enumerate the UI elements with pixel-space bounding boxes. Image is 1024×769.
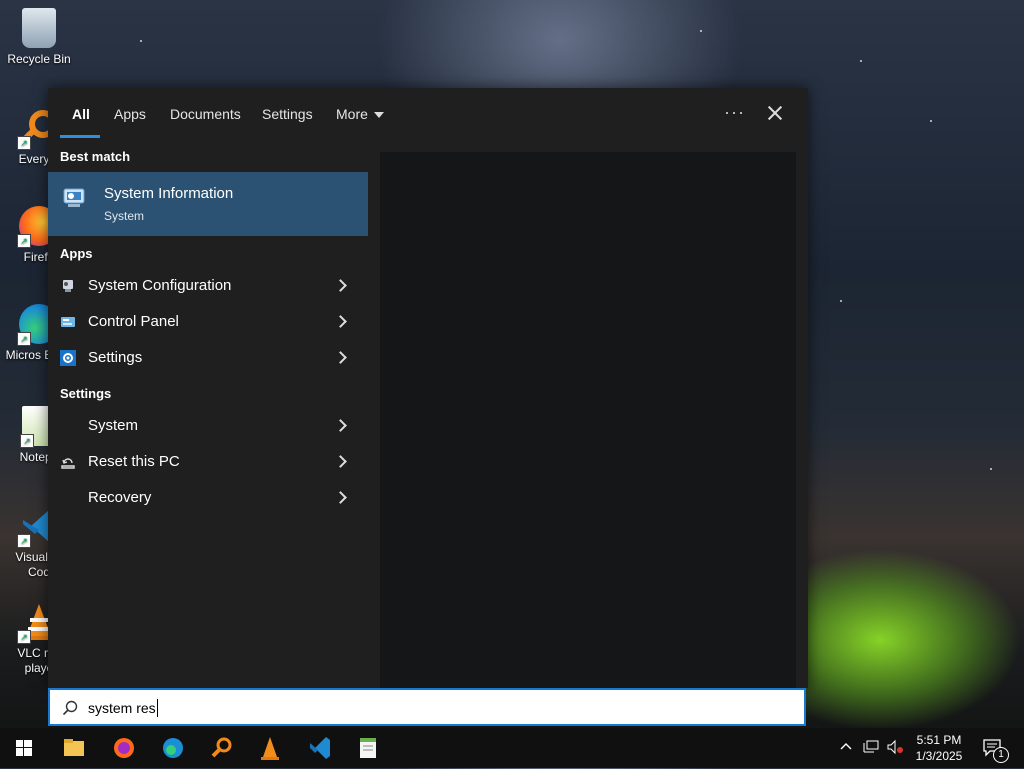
result-reset-this-pc[interactable]: Reset this PC — [48, 444, 368, 480]
gear-icon — [60, 350, 76, 366]
chevron-right-icon[interactable] — [334, 315, 347, 328]
result-label: Recovery — [88, 489, 152, 506]
shortcut-arrow-icon: ↗ — [17, 332, 31, 346]
star — [860, 60, 862, 62]
notification-count-badge: 1 — [993, 747, 1009, 763]
star — [840, 300, 842, 302]
notepad-icon[interactable] — [348, 732, 388, 764]
star — [930, 120, 932, 122]
file-explorer-icon[interactable] — [54, 732, 94, 764]
star — [990, 468, 992, 470]
chevron-right-icon[interactable] — [334, 491, 347, 504]
star — [140, 40, 142, 42]
star — [700, 30, 702, 32]
result-recovery[interactable]: Recovery — [48, 480, 368, 516]
control-panel-icon — [60, 314, 76, 330]
active-tab-indicator — [60, 135, 100, 138]
shortcut-arrow-icon: ↗ — [17, 534, 31, 548]
tab-documents[interactable]: Documents — [170, 106, 241, 122]
chevron-right-icon[interactable] — [334, 351, 347, 364]
edge-icon[interactable] — [153, 732, 193, 764]
result-settings[interactable]: Settings — [48, 340, 368, 376]
result-label: Control Panel — [88, 313, 179, 330]
tab-all[interactable]: All — [72, 106, 90, 122]
ellipsis-icon[interactable]: ··· — [724, 102, 745, 123]
result-label: System — [88, 417, 139, 434]
vlc-icon[interactable] — [250, 732, 290, 764]
chevron-right-icon[interactable] — [334, 455, 347, 468]
search-icon — [62, 700, 78, 716]
chevron-right-icon[interactable] — [334, 279, 347, 292]
system-configuration-icon — [60, 278, 76, 294]
network-icon[interactable] — [862, 739, 880, 758]
search-results: Best match System Information System App… — [48, 140, 368, 688]
tab-more[interactable]: More — [336, 106, 384, 122]
start-button[interactable] — [4, 732, 44, 764]
reset-pc-icon — [60, 454, 76, 470]
tab-settings[interactable]: Settings — [262, 106, 313, 122]
chevron-down-icon — [373, 112, 384, 119]
preview-pane — [380, 152, 796, 688]
chevron-right-icon[interactable] — [334, 419, 347, 432]
clock-date: 1/3/2025 — [915, 749, 963, 763]
shortcut-arrow-icon: ↗ — [17, 234, 31, 248]
tab-apps[interactable]: Apps — [114, 106, 146, 122]
close-icon[interactable] — [764, 102, 786, 124]
vscode-icon[interactable] — [300, 732, 340, 764]
result-label: Reset this PC — [88, 453, 180, 470]
best-match-subtitle: System — [104, 209, 145, 223]
search-tabs: All Apps Documents Settings More ··· — [48, 88, 808, 140]
search-box[interactable] — [48, 688, 806, 726]
taskbar: 5:51 PM 1/3/2025 1 — [0, 728, 1024, 768]
text-caret — [157, 699, 158, 717]
shortcut-arrow-icon: ↗ — [17, 136, 31, 150]
result-label: System Configuration — [88, 277, 232, 294]
shortcut-arrow-icon: ↗ — [20, 434, 34, 448]
result-control-panel[interactable]: Control Panel — [48, 304, 368, 340]
search-panel: All Apps Documents Settings More ··· Bes… — [48, 88, 808, 688]
best-match-title: System Information — [104, 185, 234, 202]
apps-heading: Apps — [60, 246, 93, 261]
result-system-configuration[interactable]: System Configuration — [48, 268, 368, 304]
firefox-icon[interactable] — [104, 732, 144, 764]
search-input[interactable] — [88, 698, 688, 718]
clock-time: 5:51 PM — [916, 733, 962, 747]
best-match-item[interactable]: System Information System — [48, 172, 368, 236]
settings-heading: Settings — [60, 386, 112, 401]
system-information-icon — [62, 186, 88, 212]
shortcut-arrow-icon: ↗ — [17, 630, 31, 644]
desktop-icon-recycle-bin[interactable]: Recycle Bin — [4, 8, 74, 67]
clock[interactable]: 5:51 PM 1/3/2025 — [906, 732, 972, 764]
result-system[interactable]: System — [48, 408, 368, 444]
result-label: Settings — [88, 349, 143, 366]
tab-more-label: More — [336, 106, 368, 122]
volume-muted-icon[interactable] — [886, 739, 904, 758]
desktop-icon-label: Recycle Bin — [7, 52, 71, 66]
recycle-bin-icon — [22, 8, 56, 48]
everything-icon[interactable] — [202, 732, 242, 764]
notification-center-button[interactable]: 1 — [982, 737, 1009, 763]
best-match-heading: Best match — [60, 149, 131, 164]
chevron-up-icon[interactable] — [840, 740, 852, 754]
